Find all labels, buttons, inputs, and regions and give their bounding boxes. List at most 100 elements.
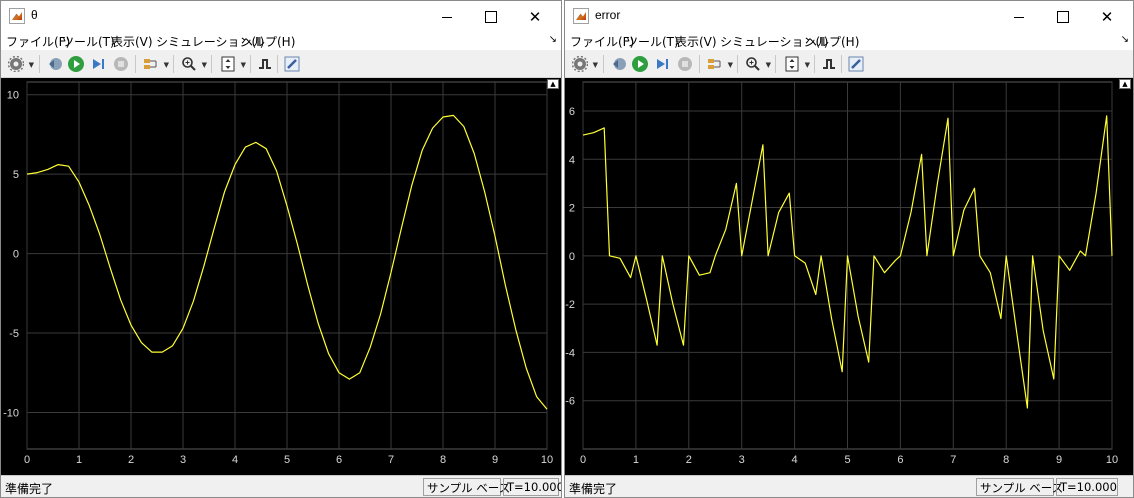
y-tick-label: 4 [569, 154, 575, 166]
window-title: error [595, 8, 621, 22]
x-tick-label: 6 [336, 454, 342, 466]
close-button[interactable]: ✕ [1085, 1, 1129, 32]
style-button[interactable] [846, 54, 866, 74]
settings-button[interactable]: ▼ [6, 54, 34, 74]
y-tick-label: -6 [565, 396, 575, 408]
rewind-button[interactable] [609, 54, 629, 74]
dropdown-arrow-icon: ▼ [163, 61, 169, 69]
toolbar-separator [737, 55, 738, 73]
dropdown-arrow-icon: ▼ [727, 61, 733, 69]
y-tick-label: -2 [565, 299, 575, 311]
zoom-button[interactable]: ▼ [743, 54, 771, 74]
y-tick-label: 0 [569, 251, 575, 263]
menu-help[interactable]: ヘルプ(H) [805, 33, 859, 50]
fit-axes-button[interactable]: ▼ [782, 54, 810, 74]
x-tick-label: 9 [492, 454, 498, 466]
x-tick-label: 6 [897, 454, 903, 466]
dropdown-arrow-icon: ▼ [240, 61, 246, 69]
x-tick-label: 9 [1056, 454, 1062, 466]
highlight-icon [708, 59, 721, 69]
maximize-button[interactable] [469, 1, 513, 32]
fit-axes-icon [221, 56, 235, 72]
dropdown-arrow-icon: ▼ [765, 61, 771, 69]
highlight-icon [144, 59, 157, 69]
dock-arrow-icon[interactable]: ↘ [549, 34, 557, 45]
status-bar: 準備完了 サンプル ベース T=10.000 [1, 475, 561, 497]
minimize-button[interactable] [997, 1, 1041, 32]
run-button[interactable] [66, 54, 86, 74]
menu-file[interactable]: ファイル(F) [570, 33, 634, 50]
sim-time-badge: T=10.000 [503, 478, 561, 496]
style-button[interactable] [282, 54, 302, 74]
style-icon [848, 56, 864, 72]
highlight-button[interactable]: ▼ [141, 54, 169, 74]
x-tick-label: 7 [950, 454, 956, 466]
style-icon [284, 56, 300, 72]
dock-arrow-icon[interactable]: ↘ [1121, 34, 1129, 45]
y-tick-label: 5 [13, 169, 19, 181]
rewind-button[interactable] [45, 54, 65, 74]
x-tick-label: 5 [284, 454, 290, 466]
zoom-icon [746, 57, 760, 71]
x-tick-label: 3 [180, 454, 186, 466]
settings-button[interactable]: ▼ [570, 54, 598, 74]
fit-axes-button[interactable]: ▼ [218, 54, 246, 74]
minimize-icon [442, 17, 452, 18]
y-tick-label: -5 [9, 328, 19, 340]
menu-tools[interactable]: ツール(T) [626, 33, 679, 50]
minimize-button[interactable] [425, 1, 469, 32]
menu-bar: ファイル(F) ツール(T) 表示(V) シミュレーション(I) ヘルプ(H) … [565, 32, 1133, 50]
x-tick-label: 1 [633, 454, 639, 466]
toolbar-separator [277, 55, 278, 73]
y-tick-label: 6 [569, 106, 575, 118]
title-bar: error ✕ [565, 1, 1133, 32]
stop-button[interactable] [111, 54, 131, 74]
status-text: 準備完了 [5, 482, 54, 496]
run-button[interactable] [630, 54, 650, 74]
status-bar: 準備完了 サンプル ベース T=10.000 [565, 475, 1133, 497]
step-forward-button[interactable] [88, 54, 108, 74]
x-tick-label: 5 [844, 454, 850, 466]
expand-legend-button[interactable]: ▲ [547, 79, 559, 89]
toolbar-separator [841, 55, 842, 73]
close-button[interactable]: ✕ [513, 1, 557, 32]
highlight-button[interactable]: ▼ [705, 54, 733, 74]
expand-legend-button[interactable]: ▲ [1119, 79, 1131, 89]
x-tick-label: 2 [686, 454, 692, 466]
trigger-button[interactable] [819, 54, 839, 74]
zoom-button[interactable]: ▼ [179, 54, 207, 74]
menu-tools[interactable]: ツール(T) [62, 33, 115, 50]
status-text: 準備完了 [569, 482, 618, 496]
x-tick-label: 0 [24, 454, 30, 466]
toolbar-separator [775, 55, 776, 73]
trigger-button[interactable] [255, 54, 275, 74]
y-tick-label: -10 [3, 407, 19, 419]
y-tick-label: 0 [13, 249, 19, 261]
toolbar-separator [173, 55, 174, 73]
menu-view[interactable]: 表示(V) [675, 33, 717, 50]
fit-axes-icon [785, 56, 799, 72]
stop-button[interactable] [675, 54, 695, 74]
toolbar: ▼ ▼ ▼ ▼ [565, 50, 1133, 78]
x-tick-label: 8 [1003, 454, 1009, 466]
dropdown-arrow-icon: ▼ [201, 61, 207, 69]
window-title: θ [31, 8, 38, 22]
x-tick-label: 10 [541, 454, 553, 466]
toolbar-separator [39, 55, 40, 73]
scope-plot[interactable]: 0 1 2 3 4 5 6 7 8 9 10 10 5 0 -5 -10 ▲ [1, 78, 561, 475]
trigger-icon [823, 59, 835, 69]
sample-mode-badge: サンプル ベース [976, 478, 1063, 496]
x-tick-label: 1 [76, 454, 82, 466]
theta-chart: 0 1 2 3 4 5 6 7 8 9 10 10 5 0 -5 -10 [3, 81, 553, 466]
step-forward-button[interactable] [652, 54, 672, 74]
x-tick-label: 3 [739, 454, 745, 466]
scope-plot[interactable]: 0 1 2 3 4 5 6 7 8 9 10 6 4 2 0 -2 -4 -6 ▲ [565, 78, 1133, 475]
maximize-button[interactable] [1041, 1, 1085, 32]
menu-file[interactable]: ファイル(F) [6, 33, 70, 50]
menu-view[interactable]: 表示(V) [111, 33, 153, 50]
x-tick-label: 7 [388, 454, 394, 466]
menu-help[interactable]: ヘルプ(H) [241, 33, 295, 50]
sample-mode-badge: サンプル ベース [423, 478, 510, 496]
x-tick-label: 10 [1106, 454, 1118, 466]
minimize-icon [1014, 17, 1024, 18]
